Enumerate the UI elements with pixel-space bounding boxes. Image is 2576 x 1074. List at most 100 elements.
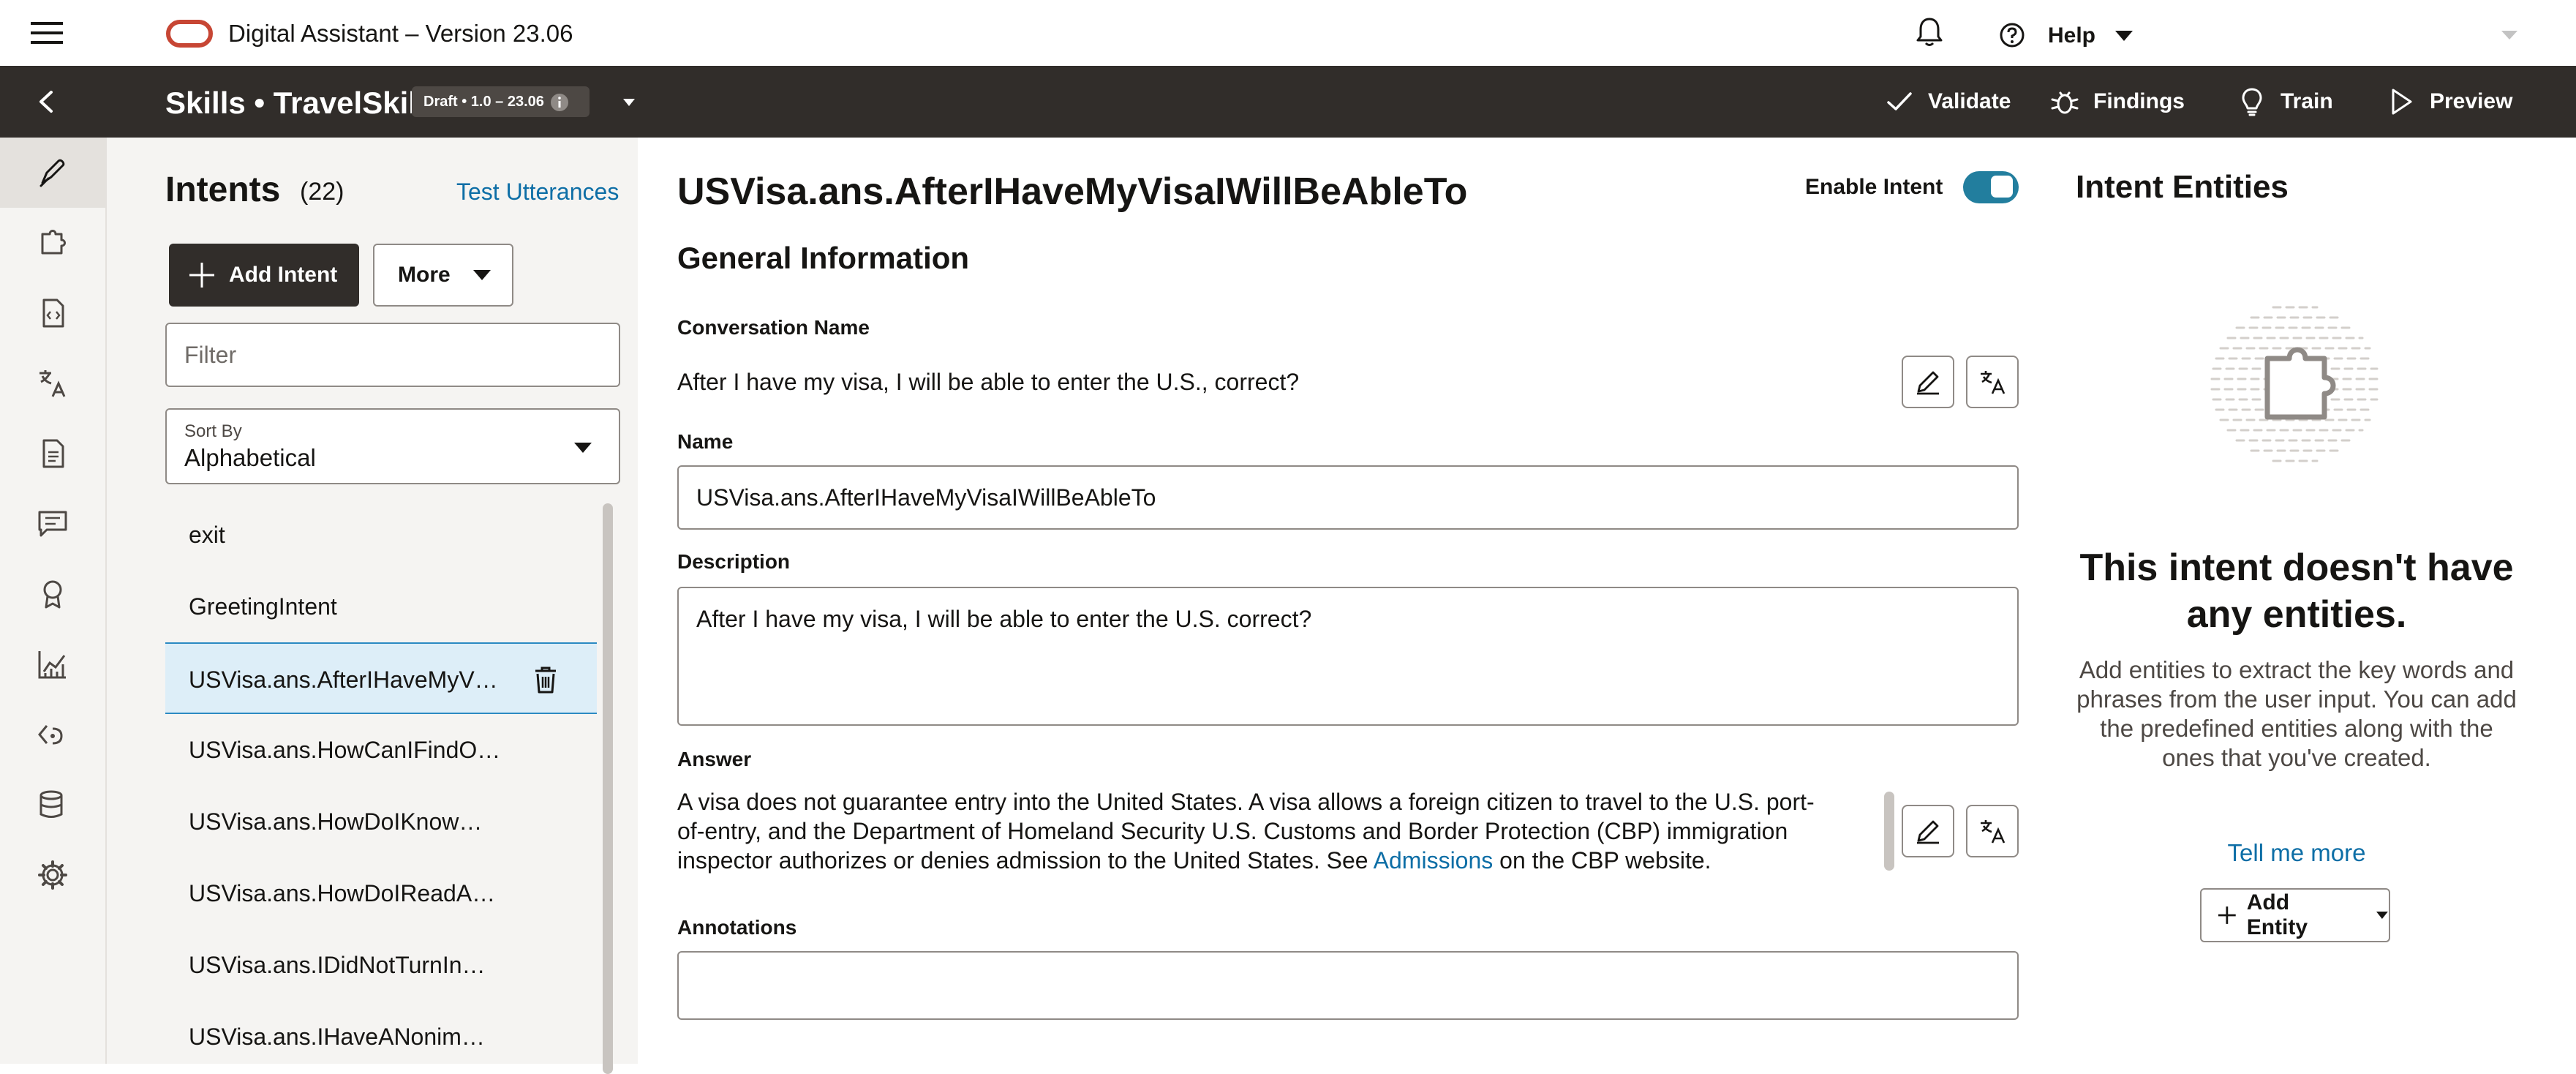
hamburger-menu-icon[interactable] bbox=[31, 20, 63, 45]
left-nav-rail bbox=[0, 138, 107, 1064]
help-icon[interactable] bbox=[1999, 22, 2025, 48]
intent-list-item[interactable]: GreetingIntent bbox=[165, 571, 597, 642]
rail-settings-gear-icon[interactable] bbox=[37, 859, 69, 891]
notifications-bell-icon[interactable] bbox=[1913, 15, 1946, 48]
translate-conversation-name-button[interactable] bbox=[1966, 356, 2019, 408]
more-label: More bbox=[398, 263, 451, 287]
intent-list-item-selected[interactable]: USVisa.ans.AfterIHaveMyV… bbox=[165, 642, 597, 714]
sort-by-label: Sort By bbox=[184, 421, 242, 441]
chevron-down-icon bbox=[472, 270, 491, 280]
rail-quick-replies-chat-icon[interactable] bbox=[37, 508, 69, 540]
oracle-logo-icon bbox=[166, 20, 213, 48]
delete-trash-icon[interactable] bbox=[532, 665, 559, 694]
intent-list-item[interactable]: USVisa.ans.HowDoIKnow… bbox=[165, 786, 597, 857]
intent-list-item[interactable]: exit bbox=[165, 499, 597, 571]
app-header: Digital Assistant – Version 23.06 Help bbox=[0, 0, 2576, 66]
train-button[interactable]: Train bbox=[2237, 82, 2333, 121]
enable-intent-toggle[interactable] bbox=[1963, 171, 2019, 203]
add-entity-button[interactable]: Add Entity bbox=[2200, 888, 2390, 942]
conversation-name-label: Conversation Name bbox=[677, 316, 870, 339]
description-label: Description bbox=[677, 550, 791, 573]
tell-me-more-link[interactable]: Tell me more bbox=[2076, 838, 2517, 868]
filter-input[interactable] bbox=[165, 323, 620, 387]
edit-conversation-name-button[interactable] bbox=[1902, 356, 1954, 408]
validate-button[interactable]: Validate bbox=[1884, 82, 2011, 121]
chevron-down-icon bbox=[574, 443, 592, 453]
findings-button[interactable]: Findings bbox=[2049, 82, 2185, 121]
annotations-label: Annotations bbox=[677, 916, 797, 939]
rail-quality-badge-icon[interactable] bbox=[37, 578, 69, 610]
test-utterances-link[interactable]: Test Utterances bbox=[456, 177, 619, 206]
general-information-heading: General Information bbox=[677, 241, 970, 275]
play-icon bbox=[2392, 89, 2412, 115]
rail-flows-code-doc-icon[interactable] bbox=[37, 297, 69, 329]
answer-text-part: on the CBP website. bbox=[1493, 847, 1711, 874]
intent-title: USVisa.ans.AfterIHaveMyVisaIWillBeAbleTo bbox=[677, 170, 1468, 213]
intent-list-item[interactable]: USVisa.ans.HowCanIFindO… bbox=[165, 714, 597, 786]
answer-scrollbar[interactable] bbox=[1884, 792, 1894, 871]
description-textarea[interactable]: After I have my visa, I will be able to … bbox=[677, 587, 2019, 726]
train-label: Train bbox=[2281, 89, 2333, 113]
intent-list-item[interactable]: USVisa.ans.IDidNotTurnIn… bbox=[165, 929, 597, 1001]
preview-label: Preview bbox=[2430, 89, 2513, 113]
intent-list-item[interactable]: USVisa.ans.HowDoIReadA… bbox=[165, 857, 597, 929]
help-menu-label[interactable]: Help bbox=[2048, 21, 2095, 50]
add-intent-label: Add Intent bbox=[229, 263, 338, 287]
info-icon[interactable] bbox=[549, 92, 570, 113]
edit-answer-button[interactable] bbox=[1902, 805, 1954, 857]
lightbulb-icon bbox=[2242, 88, 2262, 116]
conversation-name-value: After I have my visa, I will be able to … bbox=[677, 369, 1300, 395]
rail-insights-chart-icon[interactable] bbox=[37, 648, 69, 680]
enable-intent-label: Enable Intent bbox=[1805, 175, 1943, 199]
name-label: Name bbox=[677, 430, 734, 453]
intents-count: (22) bbox=[300, 178, 344, 206]
intent-list-scrollbar[interactable] bbox=[603, 503, 613, 1074]
translate-answer-button[interactable] bbox=[1966, 805, 2019, 857]
version-badge: Draft • 1.0 – 23.06 bbox=[412, 86, 590, 117]
skill-toolbar: Skills • TravelSkill Draft • 1.0 – 23.06… bbox=[0, 66, 2576, 138]
pencil-icon bbox=[1917, 820, 1939, 844]
rail-resource-bundles-translate-icon[interactable] bbox=[37, 367, 69, 399]
no-entities-description: Add entities to extract the key words an… bbox=[2076, 656, 2517, 771]
empty-entities-puzzle-icon bbox=[2210, 306, 2380, 462]
checkmark-icon bbox=[1887, 92, 1912, 110]
add-intent-button[interactable]: Add Intent bbox=[169, 244, 359, 307]
bug-icon bbox=[2051, 91, 2079, 114]
admissions-link[interactable]: Admissions bbox=[1374, 847, 1494, 874]
app-title: Digital Assistant – Version 23.06 bbox=[228, 20, 573, 47]
intent-entities-heading: Intent Entities bbox=[2076, 169, 2289, 205]
annotations-input[interactable] bbox=[677, 951, 2019, 1020]
version-dropdown-icon[interactable] bbox=[622, 98, 636, 107]
preview-button[interactable]: Preview bbox=[2386, 82, 2512, 121]
sort-by-value: Alphabetical bbox=[184, 444, 316, 471]
toggle-knob bbox=[1991, 176, 2013, 198]
user-menu-chevron-icon[interactable] bbox=[2500, 29, 2519, 41]
findings-label: Findings bbox=[2093, 89, 2185, 113]
intent-name-input[interactable] bbox=[677, 465, 2019, 530]
chevron-down-icon bbox=[2376, 912, 2389, 919]
rail-components-document-icon[interactable] bbox=[37, 438, 69, 470]
rail-channels-route-icon[interactable] bbox=[37, 718, 69, 751]
skill-breadcrumb: Skills • TravelSkill bbox=[165, 86, 426, 120]
more-menu-button[interactable]: More bbox=[373, 244, 513, 307]
intent-list: exit GreetingIntent USVisa.ans.AfterIHav… bbox=[165, 499, 597, 1073]
validate-label: Validate bbox=[1928, 89, 2011, 113]
version-badge-text: Draft • 1.0 – 23.06 bbox=[423, 94, 544, 110]
rail-entities-puzzle-icon[interactable] bbox=[37, 227, 69, 259]
intent-list-item[interactable]: USVisa.ans.IHaveANonim… bbox=[165, 1001, 597, 1073]
back-arrow-icon[interactable] bbox=[34, 88, 60, 116]
add-entity-label: Add Entity bbox=[2246, 890, 2308, 939]
rail-intents-edit-icon[interactable] bbox=[37, 157, 69, 189]
rail-data-database-icon[interactable] bbox=[37, 789, 69, 821]
intents-heading: Intents bbox=[165, 170, 281, 209]
chevron-down-icon[interactable] bbox=[2114, 29, 2134, 42]
answer-text: A visa does not guarantee entry into the… bbox=[677, 787, 1840, 875]
translate-icon bbox=[1981, 820, 2006, 844]
no-entities-heading: This intent doesn't have any entities. bbox=[2079, 547, 2514, 636]
translate-icon bbox=[1981, 371, 2006, 394]
answer-label: Answer bbox=[677, 748, 752, 770]
intents-panel: Intents (22) Test Utterances Add Intent … bbox=[107, 138, 638, 1074]
plus-icon bbox=[189, 263, 214, 288]
intent-list-item-label: USVisa.ans.AfterIHaveMyV… bbox=[189, 666, 498, 693]
sort-by-select[interactable]: Sort By Alphabetical bbox=[165, 408, 620, 484]
